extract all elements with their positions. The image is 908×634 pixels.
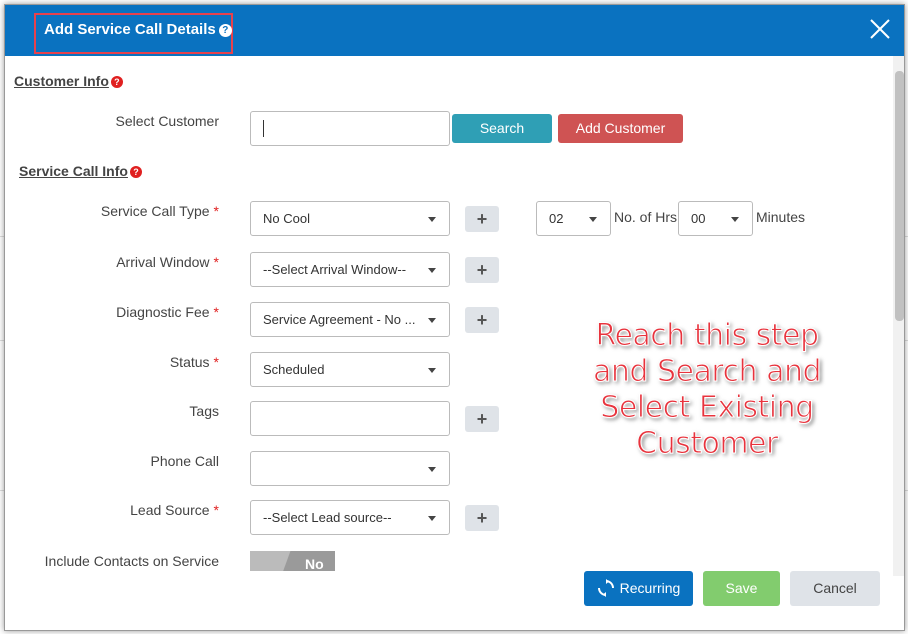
- required-mark: *: [213, 254, 219, 270]
- cancel-button[interactable]: Cancel: [790, 571, 880, 606]
- add-customer-button[interactable]: Add Customer: [558, 114, 683, 143]
- select-value: Service Agreement - No ...: [263, 312, 416, 327]
- select-value: No Cool: [263, 211, 310, 226]
- label-text: Service Call Type: [100, 203, 210, 219]
- minutes-select[interactable]: 00: [678, 201, 753, 236]
- required-mark: *: [213, 203, 219, 219]
- service-call-type-select[interactable]: No Cool: [250, 201, 450, 236]
- hours-select[interactable]: 02: [536, 201, 611, 236]
- select-value: --Select Lead source--: [263, 510, 392, 525]
- select-value: 00: [691, 211, 706, 226]
- required-mark: *: [213, 304, 219, 320]
- annotation-line: Select Existing: [600, 390, 815, 426]
- search-button[interactable]: Search: [452, 114, 552, 143]
- chevron-down-icon: [428, 268, 436, 273]
- chevron-down-icon: [428, 217, 436, 222]
- scrollbar-thumb[interactable]: [895, 71, 904, 321]
- annotation-line: and Search and: [592, 354, 822, 390]
- lead-source-label: Lead Source *: [19, 502, 219, 518]
- service-call-type-label: Service Call Type *: [19, 203, 219, 219]
- tutorial-annotation: Reach this step and Search and Select Ex…: [562, 318, 852, 462]
- include-contacts-toggle[interactable]: No: [250, 551, 335, 571]
- label-text: Lead Source: [130, 502, 210, 518]
- tags-label: Tags: [189, 403, 219, 419]
- tags-input[interactable]: [250, 401, 450, 436]
- help-icon[interactable]: ?: [218, 24, 232, 37]
- select-value: Scheduled: [263, 362, 325, 377]
- chevron-down-icon: [589, 217, 597, 222]
- diagnostic-fee-label: Diagnostic Fee *: [19, 304, 219, 320]
- status-label: Status *: [19, 354, 219, 370]
- customer-info-heading: Customer Info?: [14, 73, 123, 89]
- chevron-down-icon: [428, 467, 436, 472]
- lead-source-select[interactable]: --Select Lead source--: [250, 500, 450, 535]
- customer-search-input[interactable]: [250, 111, 450, 146]
- chevron-down-icon: [731, 217, 739, 222]
- service-call-info-heading-text: Service Call Info: [19, 163, 128, 179]
- required-mark: *: [213, 502, 219, 518]
- annotation-line: Reach this step: [595, 318, 820, 354]
- add-tag-button[interactable]: +: [465, 406, 499, 432]
- minutes-label: Minutes: [756, 209, 806, 225]
- recurring-button[interactable]: Recurring: [584, 571, 693, 606]
- text-caret: [263, 120, 264, 137]
- close-icon[interactable]: [866, 15, 894, 43]
- select-value: --Select Arrival Window--: [263, 262, 407, 277]
- phone-call-select[interactable]: [250, 451, 450, 486]
- help-icon[interactable]: ?: [129, 166, 142, 178]
- refresh-icon: [597, 579, 614, 597]
- select-customer-label: Select Customer: [115, 113, 219, 129]
- select-value: 02: [549, 211, 564, 226]
- label-text: Status: [169, 354, 210, 370]
- customer-info-heading-text: Customer Info: [14, 73, 109, 89]
- diagnostic-fee-select[interactable]: Service Agreement - No ...: [250, 302, 450, 337]
- toggle-label: No: [305, 556, 324, 571]
- recurring-label: Recurring: [619, 580, 681, 596]
- phone-call-label: Phone Call: [150, 453, 220, 469]
- arrival-window-select[interactable]: --Select Arrival Window--: [250, 252, 450, 287]
- add-arrival-window-button[interactable]: +: [465, 257, 499, 283]
- modal-title: Add Service Call Details?: [44, 20, 232, 40]
- help-icon[interactable]: ?: [110, 76, 123, 88]
- save-button[interactable]: Save: [703, 571, 780, 606]
- chevron-down-icon: [428, 516, 436, 521]
- service-call-info-heading: Service Call Info?: [19, 163, 142, 179]
- include-contacts-label: Include Contacts on Service: [44, 553, 219, 569]
- add-lead-source-button[interactable]: +: [465, 505, 499, 531]
- arrival-window-label: Arrival Window *: [19, 254, 219, 270]
- add-diagnostic-fee-button[interactable]: +: [465, 307, 499, 333]
- required-mark: *: [213, 354, 219, 370]
- modal-header: Add Service Call Details?: [5, 5, 904, 56]
- hours-label: No. of Hrs: [614, 209, 678, 225]
- label-text: Diagnostic Fee: [116, 304, 210, 320]
- chevron-down-icon: [428, 318, 436, 323]
- label-text: Arrival Window: [116, 254, 210, 270]
- add-service-call-type-button[interactable]: +: [465, 206, 499, 232]
- modal-title-text: Add Service Call Details: [44, 21, 216, 38]
- status-select[interactable]: Scheduled: [250, 352, 450, 387]
- chevron-down-icon: [428, 368, 436, 373]
- annotation-line: Customer: [636, 426, 779, 462]
